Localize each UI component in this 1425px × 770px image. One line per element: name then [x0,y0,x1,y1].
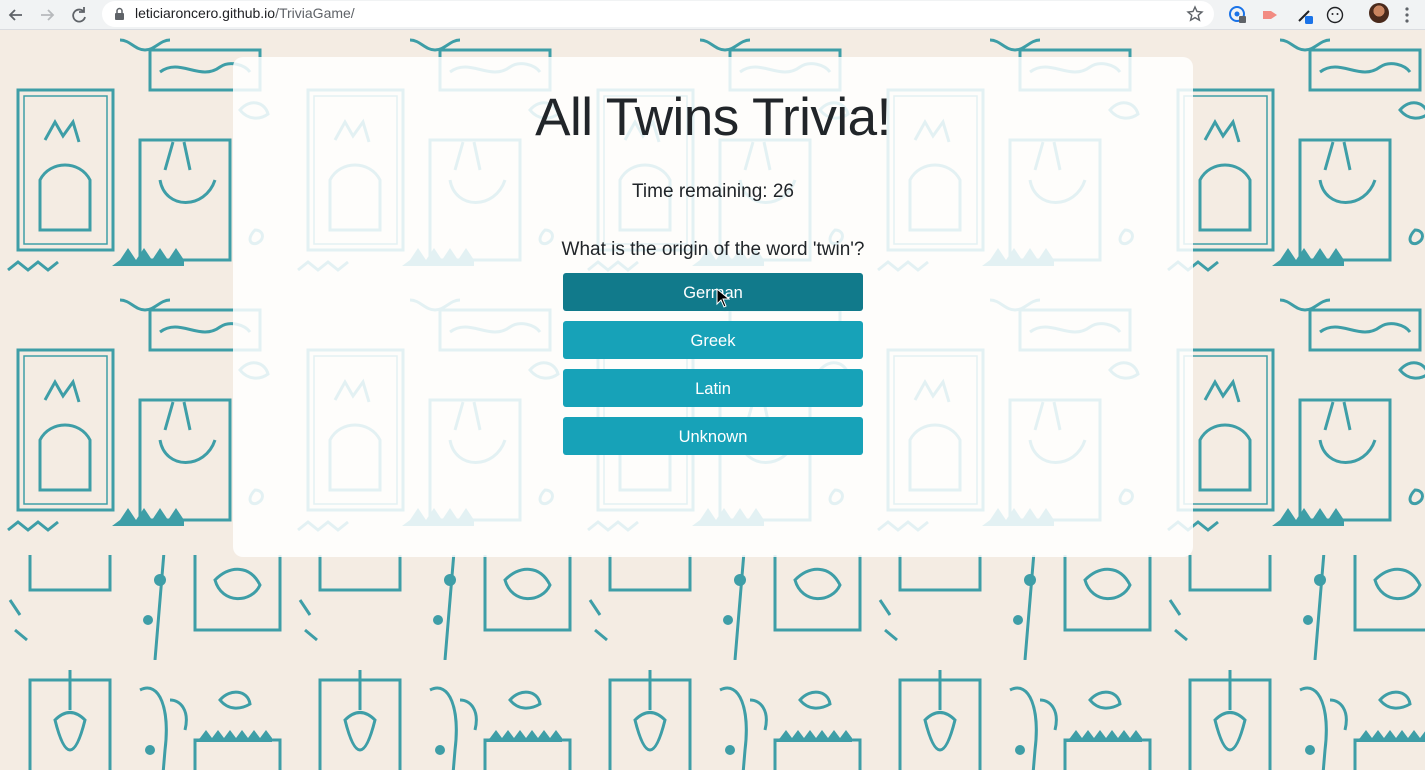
reload-icon[interactable] [68,4,90,26]
answer-button-german[interactable]: German [563,273,863,311]
mouse-cursor-icon [716,287,731,313]
bookmark-star-icon[interactable] [1186,5,1204,28]
extension-icon[interactable] [1228,5,1248,25]
url-text: leticiaroncero.github.io/TriviaGame/ [135,5,355,21]
extension-icon[interactable] [1325,5,1345,25]
lock-icon [114,7,125,26]
forward-icon[interactable] [36,4,58,26]
trivia-card: All Twins Trivia! Time remaining: 26 Wha… [233,57,1193,557]
menu-icon[interactable] [1404,5,1410,30]
answer-list: German Greek Latin Unknown [563,273,863,465]
answer-button-latin[interactable]: Latin [563,369,863,407]
back-icon[interactable] [5,4,27,26]
timer-label: Time remaining: 26 [632,181,794,202]
browser-toolbar: leticiaroncero.github.io/TriviaGame/ [0,0,1425,30]
answer-button-greek[interactable]: Greek [563,321,863,359]
address-bar[interactable]: leticiaroncero.github.io/TriviaGame/ [102,1,1214,27]
question-text: What is the origin of the word 'twin'? [561,239,865,260]
avatar[interactable] [1369,3,1389,23]
extension-icon[interactable] [1295,5,1315,25]
page-title: All Twins Trivia! [535,88,891,147]
extension-icon[interactable] [1260,5,1280,25]
answer-button-unknown[interactable]: Unknown [563,417,863,455]
